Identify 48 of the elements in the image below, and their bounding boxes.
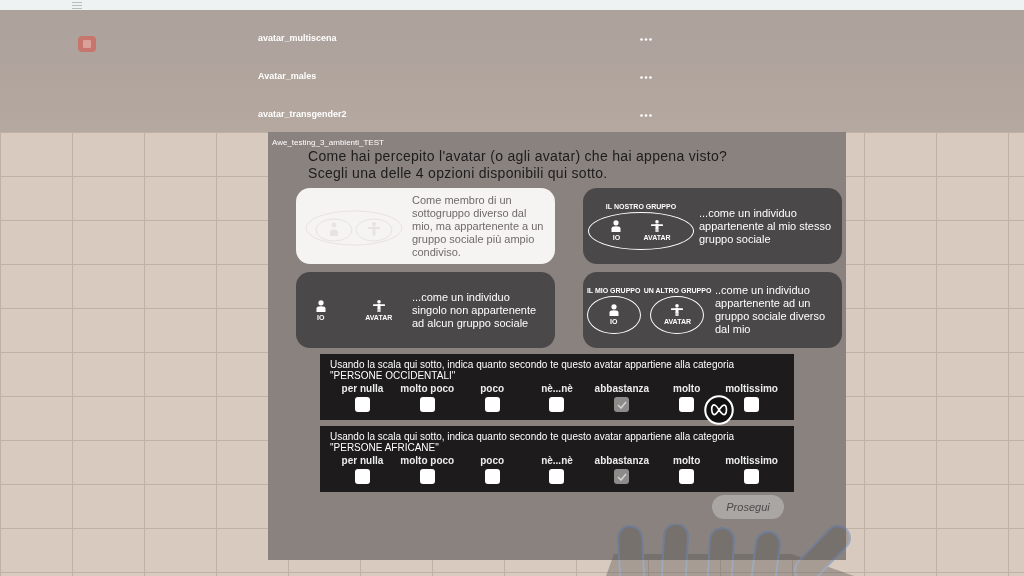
scale-label: nè...nè [541,384,573,394]
checkbox[interactable] [679,397,695,412]
scale-category: "PERSONE AFRICANE" [330,442,440,453]
checkbox[interactable] [679,469,695,484]
scale-label: molto [673,384,701,394]
checkbox[interactable] [484,469,500,484]
avatar-figure-icon [651,220,663,232]
checkbox[interactable] [354,397,370,412]
question-text: Come hai percepito l'avatar (o agli avatar) che hai appena visto? [308,148,729,165]
scale-prompt: Usando la scala qui sotto, indica quanto secondo te questo avatar appartiene alla categoria [330,431,736,442]
option-text: ...come un individuo singolo non appartenente ad alcun gruppo sociale [412,290,538,330]
scale-label: per nulla [341,384,384,394]
scale-label: moltissimo [725,384,778,394]
checkbox[interactable] [549,469,565,484]
option-text: ...come un individuo appartenente al mio stesso gruppo sociale [699,206,833,246]
scale-label: per nulla [341,456,384,466]
option-text: ..come un individuo appartenente ad un gruppo sociale diverso dal mio [715,284,827,336]
option-text: Come membro di un sottogruppo diverso dal mio, ma appartenente a un gruppo sociale più ampio condiviso. [412,193,545,259]
scale-label: moltissimo [725,456,778,466]
scale-prompt: Usando la scala qui sotto, indica quanto secondo te questo avatar appartiene alla categoria [330,359,736,370]
scale-label: poco [480,384,505,394]
scale-label: poco [480,456,505,466]
check-icon [616,400,627,409]
person-icon [315,299,326,312]
checkbox[interactable] [744,397,760,412]
checkbox[interactable] [354,469,370,484]
checkbox[interactable] [419,397,435,412]
scale-label: abbastanza [594,456,650,466]
scale-label: molto poco [400,384,455,394]
checkbox[interactable] [744,469,760,484]
checkbox[interactable] [484,397,500,412]
scale-label: nè...nè [541,456,573,466]
panel-title: Awe_testing_3_ambienti_TEST [271,137,385,148]
person-icon [608,304,619,316]
question-text: Scegli una delle 4 opzioni disponibili qui sotto. [308,165,609,182]
person-icon [611,220,622,232]
scale-label: molto poco [400,456,455,466]
avatar-figure-icon [372,299,385,312]
scale-label: abbastanza [594,384,650,394]
checkbox[interactable] [419,469,435,484]
checkbox[interactable] [614,397,630,412]
avatar-figure-icon [671,304,684,316]
check-icon [616,472,627,481]
scale-category: "PERSONE OCCIDENTALI" [330,370,457,381]
answer-option[interactable]: Come membro di un sottogruppo diverso dal mio, ma appartenente a un gruppo sociale più ampio condiviso. [296,188,555,264]
checkbox[interactable] [549,397,565,412]
scale-label: molto [673,456,701,466]
checkbox[interactable] [614,469,630,484]
